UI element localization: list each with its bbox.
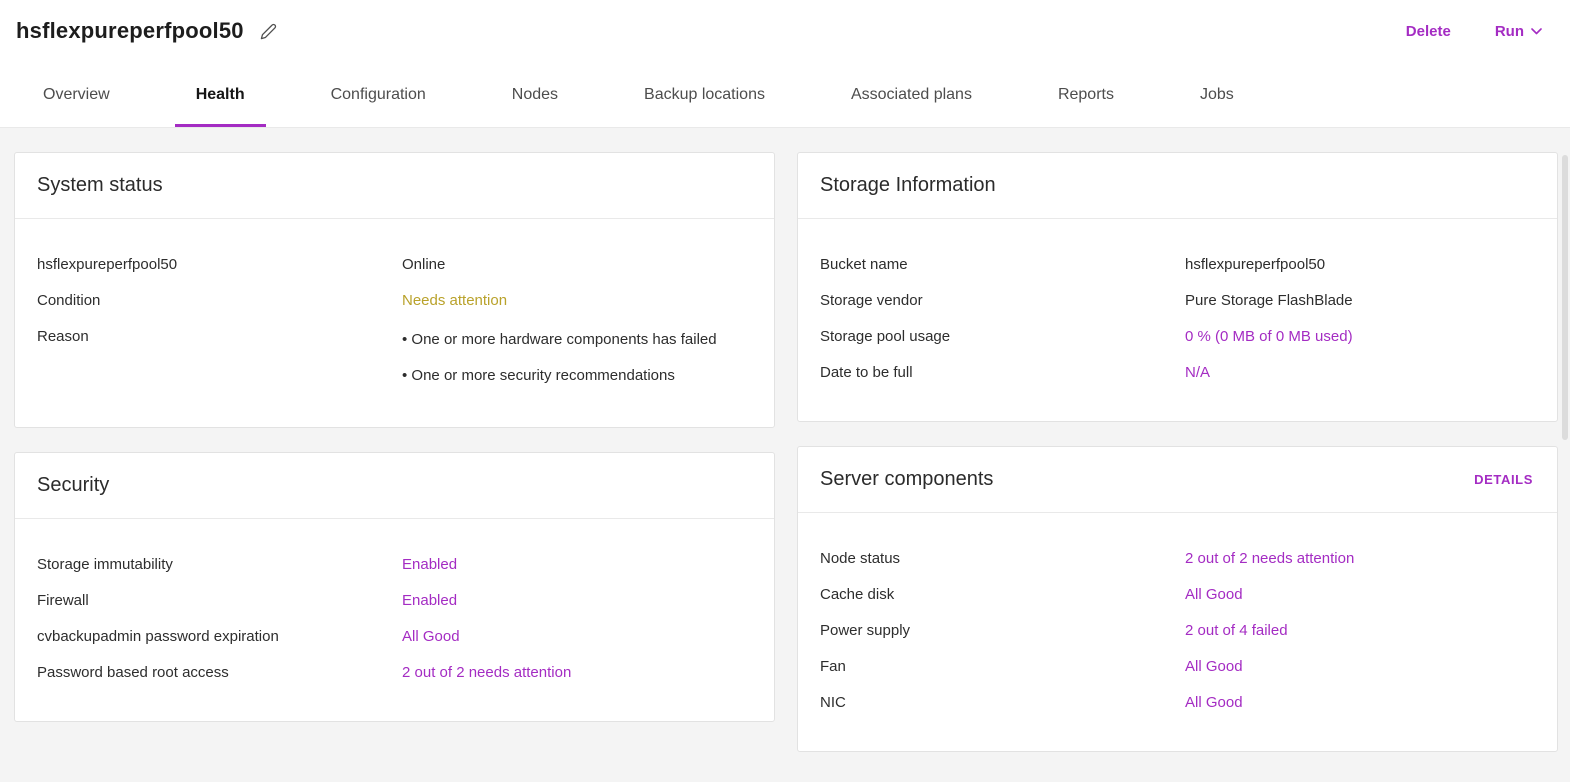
- vertical-scrollbar[interactable]: [1562, 155, 1568, 440]
- row-value: Online: [402, 255, 750, 275]
- tab-nodes[interactable]: Nodes: [469, 62, 601, 127]
- row-cache-disk: Cache disk All Good: [820, 577, 1533, 613]
- row-label: Storage pool usage: [820, 327, 1185, 347]
- left-column: System status hsflexpureperfpool50 Onlin…: [14, 152, 775, 722]
- card-title: Storage Information: [820, 174, 996, 197]
- server-components-card: Server components DETAILS Node status 2 …: [797, 446, 1558, 752]
- row-condition: Condition Needs attention: [37, 283, 750, 319]
- row-value: hsflexpureperfpool50: [1185, 255, 1533, 275]
- tab-associated-plans[interactable]: Associated plans: [808, 62, 1015, 127]
- row-bucket-name: Bucket name hsflexpureperfpool50: [820, 247, 1533, 283]
- row-storage-vendor: Storage vendor Pure Storage FlashBlade: [820, 283, 1533, 319]
- row-value[interactable]: All Good: [1185, 585, 1533, 605]
- top-bar: hsflexpureperfpool50 Delete Run: [0, 0, 1570, 62]
- row-password-based-root-access: Password based root access 2 out of 2 ne…: [37, 655, 750, 691]
- right-column: Storage Information Bucket name hsflexpu…: [797, 152, 1558, 752]
- details-link[interactable]: DETAILS: [1474, 472, 1533, 487]
- row-value: Needs attention: [402, 291, 750, 311]
- row-storage-immutability: Storage immutability Enabled: [37, 547, 750, 583]
- row-storage-pool-usage: Storage pool usage 0 % (0 MB of 0 MB use…: [820, 319, 1533, 355]
- row-value[interactable]: All Good: [1185, 657, 1533, 677]
- tab-backup-locations[interactable]: Backup locations: [601, 62, 808, 127]
- row-label: hsflexpureperfpool50: [37, 255, 402, 275]
- row-label: Node status: [820, 549, 1185, 569]
- row-label: Condition: [37, 291, 402, 311]
- row-label: Reason: [37, 327, 402, 389]
- pencil-icon: [260, 23, 277, 40]
- storage-information-card: Storage Information Bucket name hsflexpu…: [797, 152, 1558, 422]
- row-value[interactable]: N/A: [1185, 363, 1533, 383]
- delete-button[interactable]: Delete: [1406, 23, 1451, 40]
- row-value[interactable]: 2 out of 2 needs attention: [1185, 549, 1533, 569]
- row-nic: NIC All Good: [820, 685, 1533, 721]
- card-title: Security: [37, 474, 109, 497]
- edit-title-button[interactable]: [260, 23, 277, 40]
- row-label: cvbackupadmin password expiration: [37, 627, 402, 647]
- row-firewall: Firewall Enabled: [37, 583, 750, 619]
- row-label: Cache disk: [820, 585, 1185, 605]
- row-label: Date to be full: [820, 363, 1185, 383]
- tab-configuration[interactable]: Configuration: [288, 62, 469, 127]
- row-label: Bucket name: [820, 255, 1185, 275]
- row-reason: Reason • One or more hardware components…: [37, 319, 750, 397]
- run-button-label: Run: [1495, 23, 1524, 40]
- row-value: • One or more hardware components has fa…: [402, 327, 732, 389]
- reason-bullet: • One or more hardware components has fa…: [402, 327, 732, 353]
- row-label: Storage vendor: [820, 291, 1185, 311]
- row-fan: Fan All Good: [820, 649, 1533, 685]
- run-button[interactable]: Run: [1495, 23, 1542, 40]
- row-cvbackupadmin-password-expiration: cvbackupadmin password expiration All Go…: [37, 619, 750, 655]
- row-power-supply: Power supply 2 out of 4 failed: [820, 613, 1533, 649]
- tab-overview[interactable]: Overview: [0, 62, 153, 127]
- row-node-status: Node status 2 out of 2 needs attention: [820, 541, 1533, 577]
- row-value[interactable]: Enabled: [402, 591, 750, 611]
- row-label: Fan: [820, 657, 1185, 677]
- page-title: hsflexpureperfpool50: [16, 18, 244, 44]
- row-value[interactable]: 2 out of 4 failed: [1185, 621, 1533, 641]
- card-title: Server components: [820, 468, 993, 491]
- row-date-to-be-full: Date to be full N/A: [820, 355, 1533, 391]
- row-value[interactable]: All Good: [1185, 693, 1533, 713]
- security-card: Security Storage immutability Enabled Fi…: [14, 452, 775, 722]
- reason-bullet: • One or more security recommendations: [402, 363, 732, 389]
- row-label: NIC: [820, 693, 1185, 713]
- row-label: Storage immutability: [37, 555, 402, 575]
- chevron-down-icon: [1531, 28, 1542, 35]
- row-label: Password based root access: [37, 663, 402, 683]
- tab-health[interactable]: Health: [153, 62, 288, 127]
- row-value[interactable]: All Good: [402, 627, 750, 647]
- row-value[interactable]: Enabled: [402, 555, 750, 575]
- row-pool-status: hsflexpureperfpool50 Online: [37, 247, 750, 283]
- tab-reports[interactable]: Reports: [1015, 62, 1157, 127]
- row-value[interactable]: 0 % (0 MB of 0 MB used): [1185, 327, 1533, 347]
- row-value: Pure Storage FlashBlade: [1185, 291, 1533, 311]
- tab-bar: Overview Health Configuration Nodes Back…: [0, 62, 1570, 128]
- tab-jobs[interactable]: Jobs: [1157, 62, 1277, 127]
- main-content: System status hsflexpureperfpool50 Onlin…: [0, 128, 1570, 752]
- card-title: System status: [37, 174, 163, 197]
- row-label: Firewall: [37, 591, 402, 611]
- row-value[interactable]: 2 out of 2 needs attention: [402, 663, 750, 683]
- row-label: Power supply: [820, 621, 1185, 641]
- system-status-card: System status hsflexpureperfpool50 Onlin…: [14, 152, 775, 428]
